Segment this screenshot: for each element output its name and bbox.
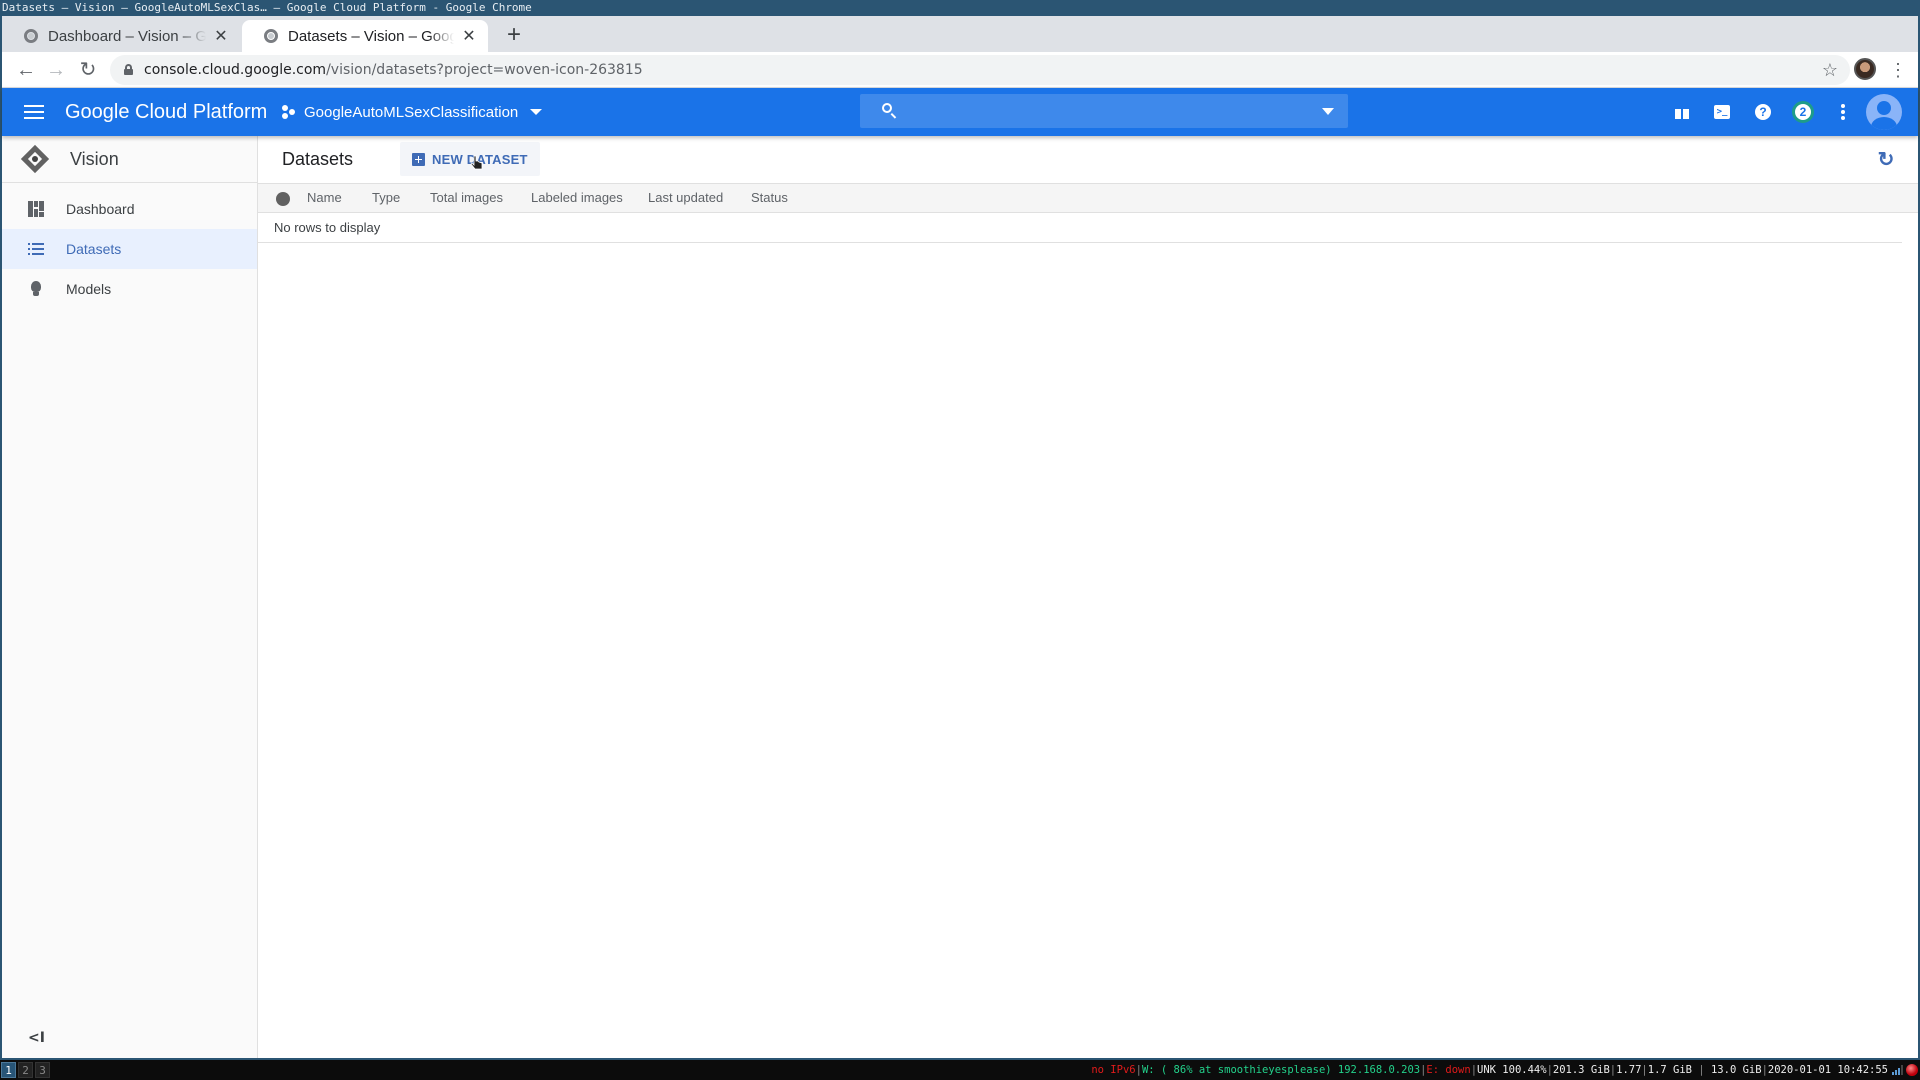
ethernet-status: E: down [1426,1064,1471,1076]
ipv6-status: no IPv6 [1091,1064,1136,1076]
close-tab-icon[interactable]: ✕ [460,26,478,46]
sidebar-item-label: Datasets [66,241,122,257]
sidebar-item-datasets[interactable]: Datasets [2,229,257,269]
sidebar-item-dashboard[interactable]: Dashboard [2,189,257,229]
product-title: Vision [70,148,119,169]
datetime: 2020-01-01 10:42:55 [1767,1064,1888,1076]
record-indicator-icon [1906,1064,1918,1076]
cloud-shell-icon[interactable]: >_ [1710,100,1734,124]
gift-icon[interactable] [1670,100,1694,124]
vision-logo-icon [20,144,50,174]
main-content: Datasets NEW DATASET ↻ Name Type Total i… [258,136,1918,1058]
search-icon [882,103,892,113]
notifications-button[interactable]: 2 [1791,100,1815,124]
address-bar[interactable]: console.cloud.google.com/vision/datasets… [110,55,1850,85]
screen: Datasets – Vision – GoogleAutoMLSexClas…… [0,0,1920,1080]
favicon-icon [24,29,38,43]
list-icon [26,239,46,259]
project-name: GoogleAutoMLSexClassification [304,103,519,121]
signal-icon [1892,1065,1904,1075]
memory-used: 1.7 GiB [1647,1064,1693,1076]
column-header-labeled-images[interactable]: Labeled images [531,184,623,212]
battery-status: UNK 100.44% [1477,1064,1547,1076]
favicon-icon [264,29,278,43]
project-icon [282,105,296,119]
column-header-last-updated[interactable]: Last updated [648,184,723,212]
add-icon [412,152,425,166]
chrome-menu-icon[interactable]: ⋮ [1888,58,1908,82]
workspace-1[interactable]: 1 [1,1062,16,1078]
column-header-status[interactable]: Status [751,184,788,212]
column-header-type[interactable]: Type [372,184,400,212]
tab-title: Dashboard – Vision – Google Cloud Platfo… [48,27,206,45]
collapse-sidebar-button[interactable]: <I [28,1030,45,1046]
lightbulb-icon [26,279,46,299]
project-selector[interactable]: GoogleAutoMLSexClassification [282,88,543,136]
bookmark-star-icon[interactable]: ☆ [1822,58,1838,82]
profile-avatar[interactable] [1854,58,1876,80]
search-input[interactable] [908,94,1288,128]
column-header-name[interactable]: Name [307,184,342,212]
gcp-header: Google Cloud Platform GoogleAutoMLSexCla… [2,88,1918,136]
sidebar-item-label: Models [66,281,112,297]
wifi-status: W: ( 86% at smoothieyesplease) 192.168.0… [1141,1064,1421,1076]
sidebar: Vision Dashboard Datasets Models <I [2,136,258,1058]
forward-button[interactable]: → [44,58,68,82]
select-all-checkbox[interactable] [276,192,290,206]
sidebar-item-label: Dashboard [66,201,135,217]
close-tab-icon[interactable]: ✕ [212,26,230,46]
lock-icon [124,64,133,75]
more-options-icon[interactable] [1831,100,1855,124]
hand-cursor-icon [470,155,483,170]
status-info: no IPv6|W: ( 86% at smoothieyesplease) 1… [1091,1064,1888,1076]
chevron-down-icon [530,109,543,115]
new-tab-button[interactable]: + [500,22,528,50]
system-status-bar: 1 2 3 no IPv6|W: ( 86% at smoothieyesple… [0,1060,1920,1080]
search-bar[interactable] [860,94,1348,128]
reload-button[interactable]: ↻ [76,58,100,82]
account-avatar[interactable] [1866,94,1902,130]
gcp-brand[interactable]: Google Cloud Platform [65,88,267,136]
empty-table-message: No rows to display [258,213,1902,243]
load-status: 1.77 [1616,1064,1642,1076]
tab-strip: Dashboard – Vision – Google Cloud Platfo… [2,16,1918,52]
sidebar-header: Vision [2,136,257,183]
column-header-total-images[interactable]: Total images [430,184,503,212]
search-dropdown-icon[interactable] [1322,108,1334,115]
page-header: Datasets NEW DATASET ↻ [258,136,1918,183]
tab-title: Datasets – Vision – Google Cloud Platfor… [288,27,454,45]
notification-count: 2 [1792,101,1814,123]
back-button[interactable]: ← [14,58,38,82]
help-icon[interactable]: ? [1751,100,1775,124]
tab-datasets[interactable]: Datasets – Vision – Google Cloud Platfor… [242,20,488,52]
browser-toolbar: ← → ↻ console.cloud.google.com/vision/da… [2,52,1918,88]
table-header: Name Type Total images Labeled images La… [258,183,1918,213]
dashboard-icon [26,199,46,219]
workspace-3[interactable]: 3 [35,1062,50,1078]
memory-total: 13.0 GiB [1710,1064,1762,1076]
disk-status: 201.3 GiB [1552,1064,1610,1076]
tab-dashboard[interactable]: Dashboard – Vision – Google Cloud Platfo… [2,20,240,52]
window-title: Datasets – Vision – GoogleAutoMLSexClas…… [0,0,1920,16]
sidebar-item-models[interactable]: Models [2,269,257,309]
workspace-2[interactable]: 2 [18,1062,33,1078]
url-text[interactable]: console.cloud.google.com/vision/datasets… [144,55,643,85]
hamburger-menu-icon[interactable] [24,102,44,122]
refresh-icon[interactable]: ↻ [1874,148,1898,172]
page-title: Datasets [282,149,354,169]
